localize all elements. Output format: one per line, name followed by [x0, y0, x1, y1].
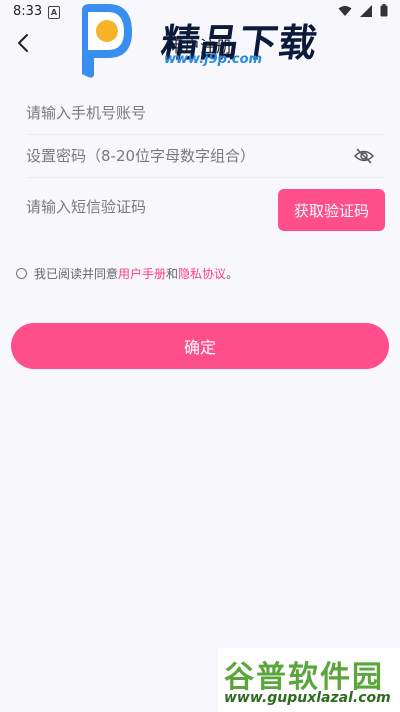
- sms-code-input[interactable]: [26, 186, 266, 228]
- confirm-button[interactable]: 确定: [11, 323, 389, 369]
- agreement-and: 和: [166, 267, 179, 281]
- signal-icon: [360, 4, 372, 17]
- agree-radio[interactable]: [16, 268, 27, 279]
- password-field-row: [26, 135, 384, 178]
- get-code-button[interactable]: 获取验证码: [278, 189, 385, 231]
- wifi-icon: [338, 5, 352, 16]
- agreement-suffix: 。: [226, 267, 239, 281]
- bottom-watermark-url: www.gupuxlazal.com: [224, 690, 391, 706]
- notification-a-icon: A: [48, 6, 60, 19]
- user-manual-link[interactable]: 用户手册: [118, 265, 166, 282]
- agreement-row: 我已阅读并同意 用户手册 和 隐私协议 。: [16, 265, 238, 282]
- watermark-url: www.j9p.com: [164, 52, 263, 67]
- eye-off-icon[interactable]: [354, 147, 374, 165]
- battery-icon: [380, 4, 388, 17]
- phone-input[interactable]: [26, 92, 326, 134]
- agreement-prefix: 我已阅读并同意: [34, 267, 119, 281]
- privacy-link[interactable]: 隐私协议: [178, 265, 226, 282]
- status-icons: [338, 4, 388, 17]
- j9p-logo-icon: [82, 4, 132, 78]
- bottom-watermark: 谷普软件园 www.gupuxlazal.com: [218, 648, 400, 712]
- password-input[interactable]: [26, 135, 326, 177]
- phone-field-row: [26, 92, 384, 135]
- status-time: 8:33: [13, 4, 43, 19]
